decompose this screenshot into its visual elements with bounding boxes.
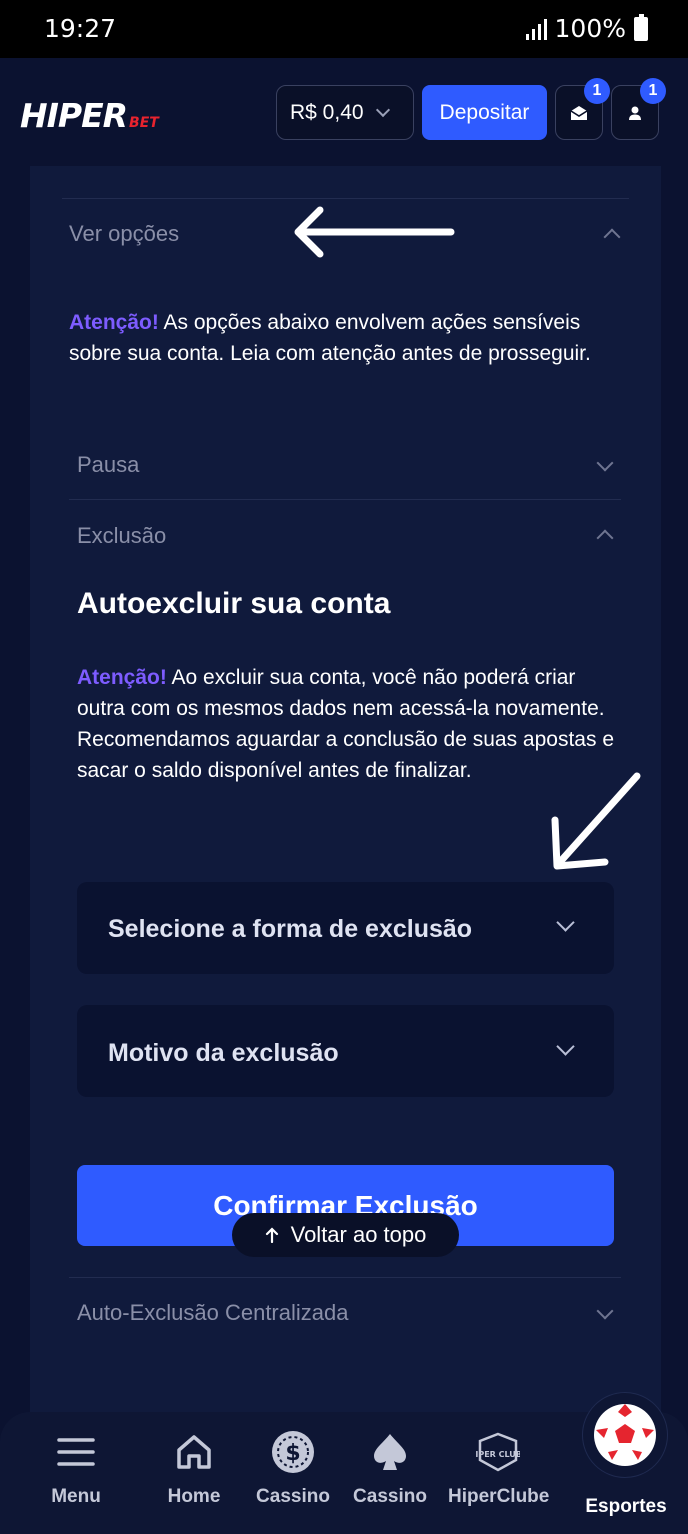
warning-paragraph: Atenção! As opções abaixo envolvem ações… <box>69 307 614 369</box>
pause-toggle[interactable]: Pausa <box>69 432 621 498</box>
profile-button[interactable]: 1 <box>611 78 666 140</box>
chevron-up-icon <box>596 529 614 547</box>
chevron-down-icon <box>556 913 575 932</box>
back-to-top-button[interactable]: Voltar ao topo <box>232 1213 459 1257</box>
profile-badge: 1 <box>640 78 666 104</box>
exclusion-toggle[interactable]: Exclusão <box>69 502 621 568</box>
nav-esportes-label: Esportes <box>585 1496 667 1517</box>
nav-home-label: Home <box>167 1486 221 1507</box>
nav-cassino-label: Cassino <box>256 1486 330 1507</box>
warning-prefix: Atenção! <box>69 311 159 334</box>
chevron-down-icon <box>556 1037 575 1056</box>
soccer-ball-icon <box>594 1404 656 1466</box>
logo-sub-text: BET <box>129 115 159 131</box>
spade-icon <box>340 1426 440 1478</box>
signal-icon <box>525 18 547 40</box>
svg-text:$: $ <box>285 1441 300 1466</box>
envelope-icon <box>570 105 588 120</box>
messages-badge: 1 <box>584 78 610 104</box>
chevron-up-icon <box>603 228 621 246</box>
user-icon <box>629 106 641 120</box>
logo-main-text: HIPER <box>20 96 128 135</box>
exclusion-warning-prefix: Atenção! <box>77 666 167 689</box>
app-header: HIPER BET R$ 0,40 Depositar 1 1 <box>0 58 688 166</box>
exclusion-type-select[interactable]: Selecione a forma de exclusão <box>77 882 614 974</box>
options-toggle[interactable]: Ver opções <box>62 200 629 270</box>
battery-percent: 100% <box>554 14 626 43</box>
balance-dropdown[interactable]: R$ 0,40 <box>276 85 414 140</box>
exclusion-warning: Atenção! Ao excluir sua conta, você não … <box>77 662 622 786</box>
status-time: 19:27 <box>44 14 117 43</box>
divider <box>62 198 629 199</box>
nav-menu-label: Menu <box>51 1486 101 1507</box>
messages-button[interactable]: 1 <box>555 78 610 140</box>
nav-cassino-spade[interactable]: Cassino <box>340 1426 440 1508</box>
battery-icon <box>634 13 648 41</box>
nav-cassino-live-label: Cassino <box>353 1486 427 1507</box>
divider <box>69 1277 621 1278</box>
hamburger-icon <box>26 1426 126 1478</box>
deposit-button[interactable]: Depositar <box>422 85 547 140</box>
hiperclube-icon-text: HIPER CLUBE <box>476 1450 520 1459</box>
coin-icon: $ <box>243 1426 343 1478</box>
chevron-down-icon <box>375 102 390 117</box>
central-exclusion-label: Auto-Exclusão Centralizada <box>77 1300 349 1325</box>
options-label: Ver opções <box>69 221 180 246</box>
exclusion-reason-select[interactable]: Motivo da exclusão <box>77 1005 614 1097</box>
bottom-navigation: Menu Home $ Cassino Cassino HIPER C <box>0 1392 688 1534</box>
status-bar: 19:27 100% <box>0 0 688 58</box>
home-icon <box>144 1426 244 1478</box>
back-to-top-label: Voltar ao topo <box>290 1222 427 1247</box>
divider <box>69 499 621 500</box>
pause-label: Pausa <box>77 452 140 477</box>
exclusion-reason-label: Motivo da exclusão <box>108 1039 339 1067</box>
arrow-up-icon <box>265 1227 278 1243</box>
status-indicators: 100% <box>525 13 648 43</box>
chevron-down-icon <box>596 454 614 472</box>
chevron-down-icon <box>596 1302 614 1320</box>
hiperclube-icon: HIPER CLUBE <box>448 1426 548 1478</box>
balance-value: R$ 0,40 <box>290 100 364 124</box>
exclusion-title: Autoexcluir sua conta <box>77 587 391 620</box>
nav-hiperclube[interactable]: HIPER CLUBE HiperClube <box>448 1426 550 1508</box>
exclusion-type-label: Selecione a forma de exclusão <box>108 915 473 943</box>
nav-esportes[interactable] <box>582 1392 668 1478</box>
nav-hiperclube-label: HiperClube <box>448 1486 550 1507</box>
exclusion-label: Exclusão <box>77 523 167 548</box>
central-exclusion-toggle[interactable]: Auto-Exclusão Centralizada <box>69 1280 621 1346</box>
logo[interactable]: HIPER BET <box>20 96 159 135</box>
nav-menu[interactable]: Menu <box>26 1426 126 1508</box>
nav-home[interactable]: Home <box>144 1426 244 1508</box>
nav-cassino-coin[interactable]: $ Cassino <box>243 1426 343 1508</box>
